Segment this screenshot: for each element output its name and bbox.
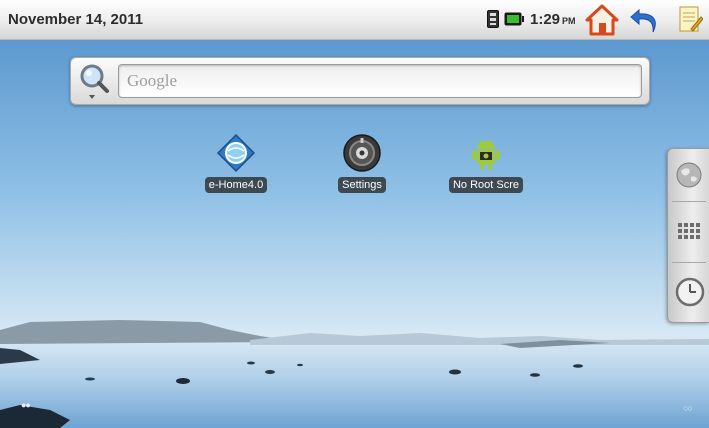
home-icon[interactable] — [585, 4, 619, 36]
status-time-value: 1:29 — [530, 11, 561, 28]
settings-icon — [342, 133, 382, 173]
google-search-widget: Google — [70, 57, 650, 105]
side-divider — [672, 262, 706, 263]
app-label-settings: Settings — [338, 177, 386, 193]
app-settings[interactable]: Settings — [332, 133, 392, 193]
search-placeholder: Google — [127, 71, 178, 90]
status-bar: November 14, 2011 1:29 PM — [0, 0, 709, 40]
status-ampm: PM — [562, 16, 576, 26]
search-input[interactable]: Google — [118, 64, 642, 98]
back-arrow-icon[interactable] — [629, 6, 661, 34]
app-no-root-screenshot[interactable]: No Root Scre — [446, 133, 526, 193]
android-robot-icon — [466, 133, 506, 173]
search-magnifier-icon[interactable] — [78, 63, 112, 101]
battery-icon — [504, 12, 524, 26]
status-time: 1:29 PM — [530, 11, 576, 28]
app-label-ehome: e-Home4.0 — [204, 177, 268, 193]
notes-icon[interactable] — [677, 5, 703, 35]
clock-icon[interactable] — [675, 277, 705, 307]
side-divider — [672, 201, 706, 202]
page-indicator-right[interactable]: ○○ — [683, 403, 693, 413]
status-date: November 14, 2011 — [8, 11, 144, 28]
app-ehome[interactable]: e-Home4.0 — [201, 133, 271, 193]
sim-card-icon — [487, 10, 499, 28]
app-label-no-root: No Root Scre — [448, 177, 524, 193]
app-drawer-grid-icon[interactable] — [675, 219, 703, 247]
side-launcher-panel — [667, 148, 709, 323]
ehome-globe-icon — [216, 133, 256, 173]
page-indicator-left[interactable]: ●● — [21, 400, 31, 410]
browser-globe-icon[interactable] — [675, 161, 703, 189]
